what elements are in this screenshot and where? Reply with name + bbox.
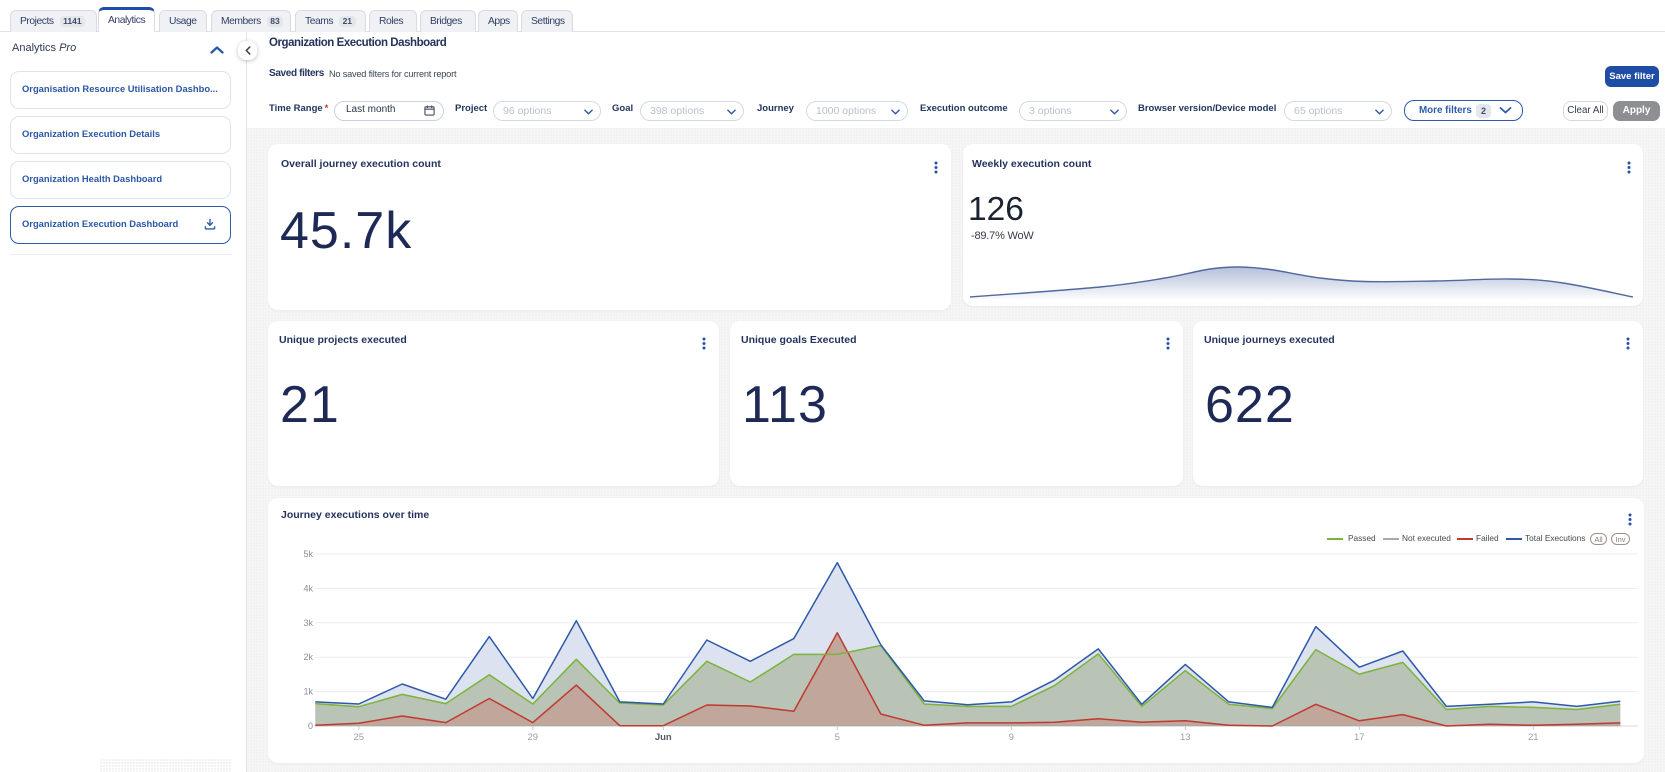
svg-text:5: 5 xyxy=(835,732,840,743)
svg-text:25: 25 xyxy=(354,732,365,743)
svg-text:1k: 1k xyxy=(303,687,313,697)
svg-text:29: 29 xyxy=(528,732,539,743)
svg-text:3k: 3k xyxy=(303,618,313,628)
svg-text:9: 9 xyxy=(1009,732,1014,743)
svg-text:17: 17 xyxy=(1354,732,1365,743)
svg-text:Jun: Jun xyxy=(655,732,672,743)
svg-text:4k: 4k xyxy=(303,583,313,593)
svg-text:0: 0 xyxy=(308,721,313,731)
svg-text:13: 13 xyxy=(1180,732,1191,743)
svg-text:2k: 2k xyxy=(303,652,313,662)
svg-text:21: 21 xyxy=(1528,732,1539,743)
svg-text:5k: 5k xyxy=(303,549,313,559)
